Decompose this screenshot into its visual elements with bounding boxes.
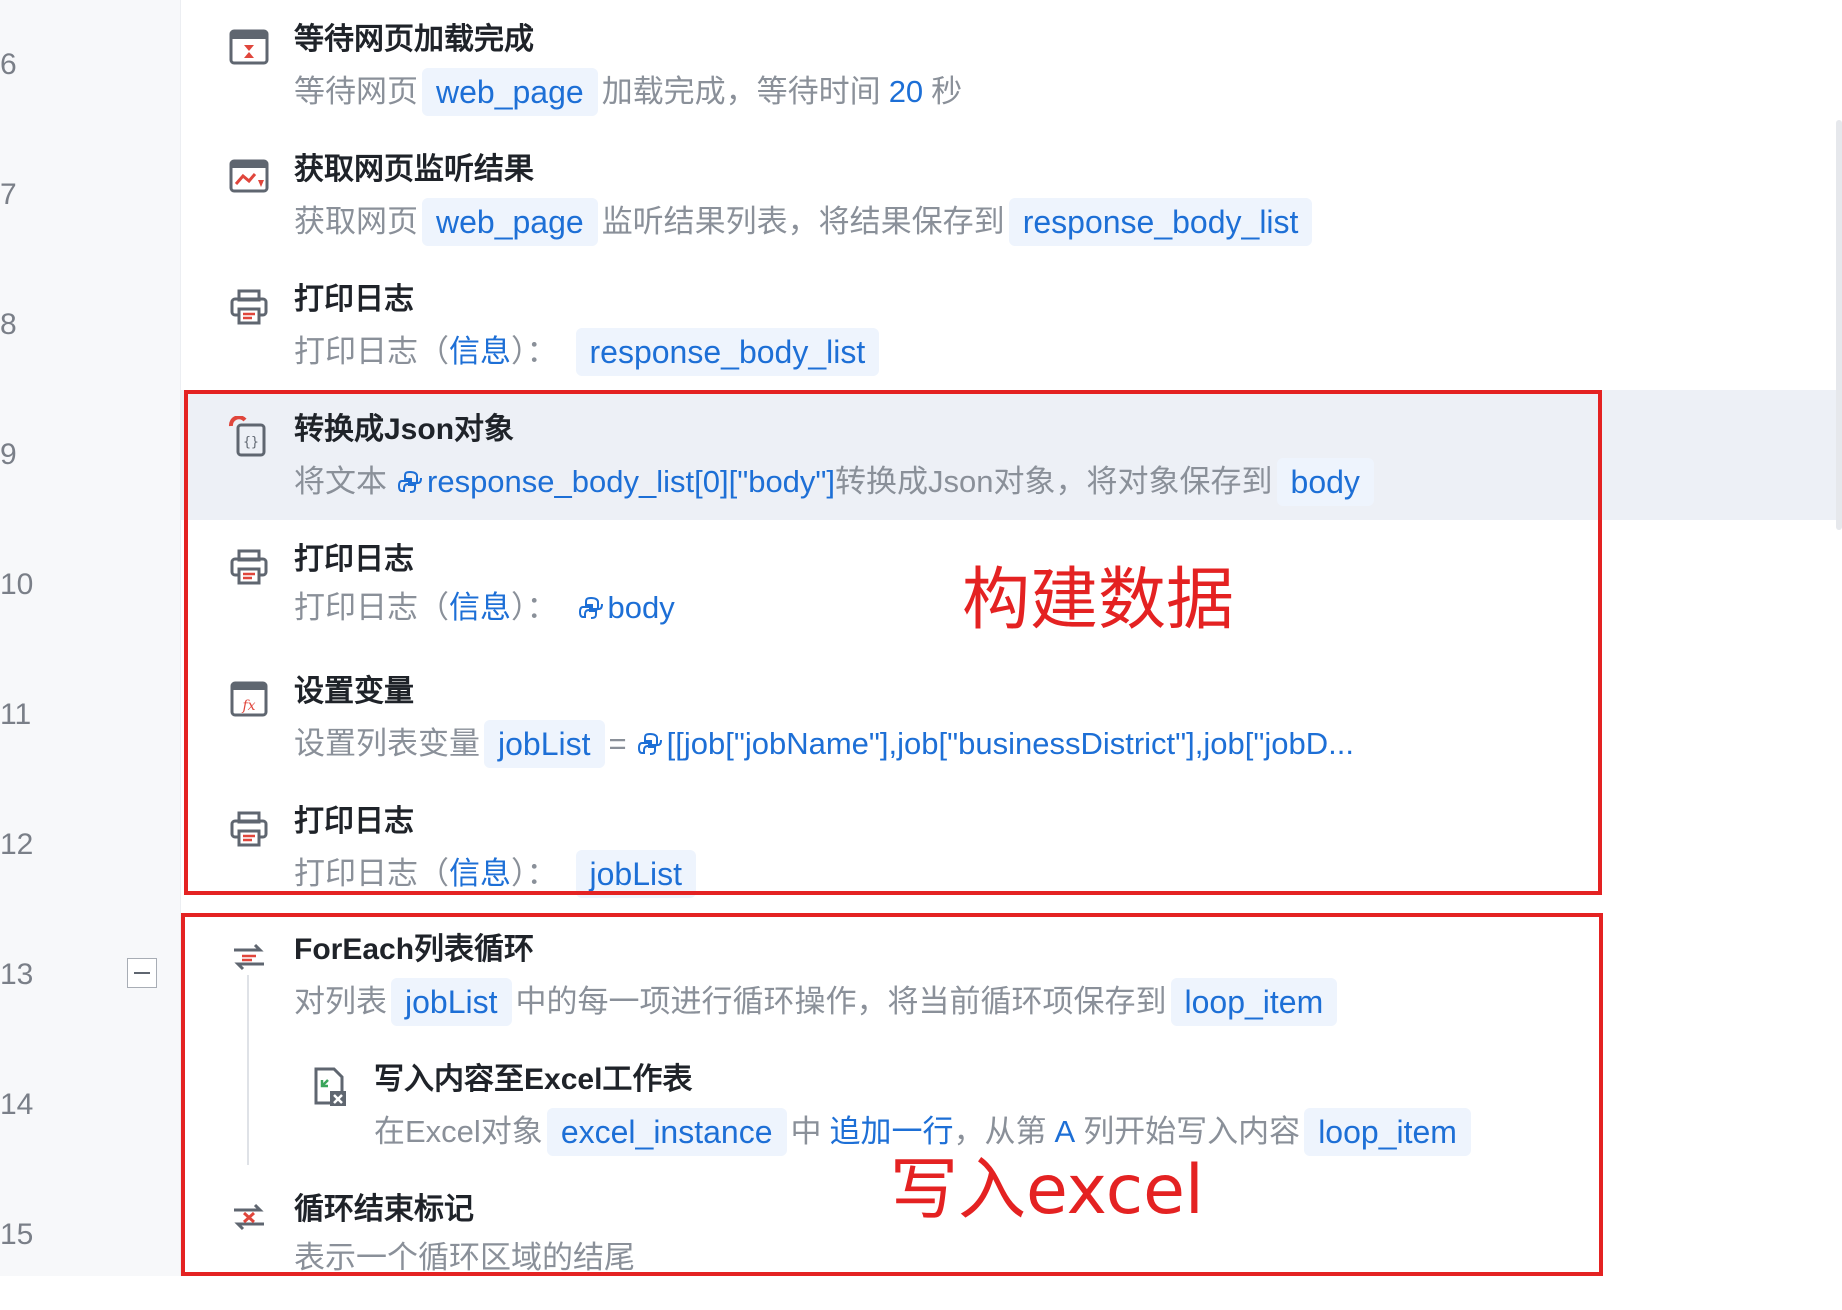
- timeout-value[interactable]: 20: [889, 72, 923, 112]
- variable-chip[interactable]: response_body_list: [1008, 198, 1313, 246]
- line-number: 12: [0, 828, 34, 861]
- scrollbar[interactable]: [1836, 120, 1842, 530]
- collapse-loop-button[interactable]: [127, 958, 157, 988]
- annotation-label-build-data: 构建数据: [962, 561, 1235, 640]
- step-title: 打印日志: [294, 283, 414, 316]
- variable-chip[interactable]: web_page: [422, 68, 598, 116]
- log-level[interactable]: 信息: [449, 332, 511, 372]
- monitor-icon: [229, 159, 269, 193]
- line-number: 9: [0, 438, 17, 471]
- line-number: 7: [0, 178, 17, 211]
- line-number: 11: [0, 698, 32, 731]
- step-description: 打印日志 （ 信息 ）： response_body_list: [294, 328, 883, 376]
- step-description: 获取网页 web_page 监听结果列表，将结果保存到 response_bod…: [294, 198, 1316, 246]
- line-number: 14: [0, 1088, 34, 1121]
- step-description: 等待网页 web_page 加载完成，等待时间 20 秒: [294, 68, 962, 116]
- variable-chip[interactable]: web_page: [422, 198, 598, 246]
- line-number: 6: [0, 48, 17, 81]
- line-number: 13: [0, 958, 34, 991]
- line-number: 10: [0, 568, 34, 601]
- line-number: 15: [0, 1218, 34, 1251]
- annotation-box-build-data: [184, 390, 1602, 895]
- line-number-gutter: 6 7 8 9 10 11 12 13 14 15: [0, 0, 181, 1276]
- step-title: 等待网页加载完成: [294, 23, 534, 56]
- annotation-label-write-excel: 写入excel: [890, 1151, 1204, 1230]
- variable-chip[interactable]: response_body_list: [575, 328, 880, 376]
- print-icon: [230, 289, 268, 325]
- wait-page-icon: [229, 29, 269, 65]
- step-title: 获取网页监听结果: [294, 153, 534, 186]
- flow-editor: 6 7 8 9 10 11 12 13 14 15 等待网页加载完成 等待网页 …: [0, 0, 1842, 1276]
- line-number: 8: [0, 308, 17, 341]
